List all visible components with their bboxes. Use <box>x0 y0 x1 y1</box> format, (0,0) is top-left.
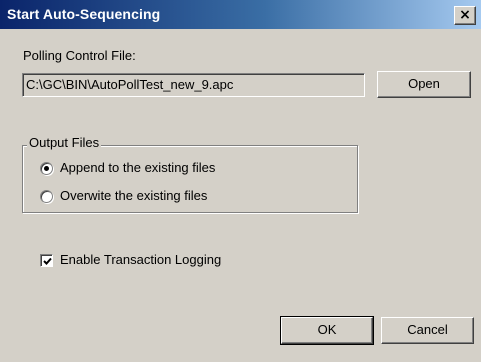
open-button-label: Open <box>408 76 440 91</box>
overwrite-radio[interactable] <box>40 190 53 203</box>
close-button[interactable]: × <box>454 6 476 25</box>
append-radio[interactable] <box>40 162 53 175</box>
polling-file-path-field[interactable]: C:\GC\BIN\AutoPollTest_new_9.apc <box>22 73 365 97</box>
cancel-button-label: Cancel <box>407 322 448 337</box>
overwrite-option-label[interactable]: Overwite the existing files <box>60 188 207 203</box>
title-bar[interactable]: Start Auto-Sequencing × <box>0 0 481 29</box>
dialog-body: Polling Control File: C:\GC\BIN\AutoPoll… <box>0 29 481 362</box>
checkmark-icon <box>43 257 52 265</box>
cancel-button[interactable]: Cancel <box>381 317 474 344</box>
open-button[interactable]: Open <box>377 71 471 98</box>
transaction-logging-checkbox[interactable] <box>40 254 53 267</box>
ok-button[interactable]: OK <box>280 316 374 345</box>
append-option-label[interactable]: Append to the existing files <box>60 160 215 175</box>
output-files-caption: Output Files <box>27 135 102 150</box>
start-auto-sequencing-dialog: Start Auto-Sequencing × Polling Control … <box>0 0 486 362</box>
ok-button-label: OK <box>317 322 337 337</box>
radio-selected-dot <box>44 166 49 171</box>
window-title: Start Auto-Sequencing <box>7 6 161 22</box>
close-icon: × <box>459 7 471 23</box>
polling-control-file-label: Polling Control File: <box>23 48 136 63</box>
transaction-logging-label[interactable]: Enable Transaction Logging <box>60 252 221 267</box>
